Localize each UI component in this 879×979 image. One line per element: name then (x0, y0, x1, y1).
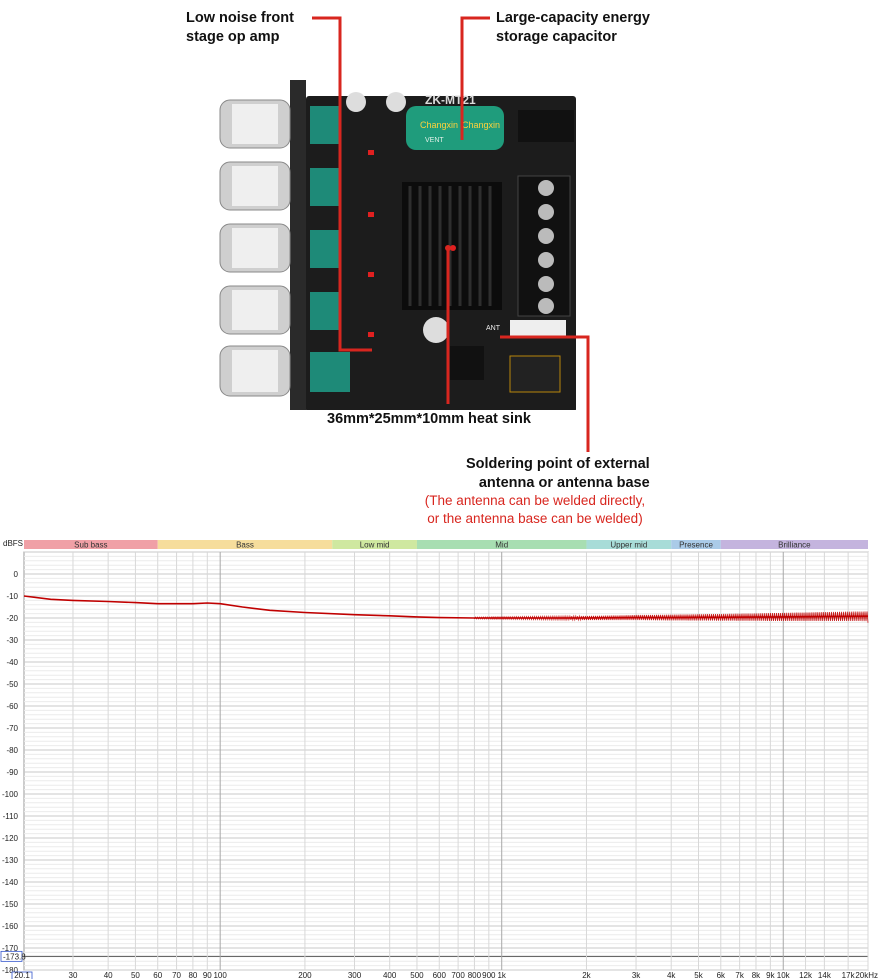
x-tick-label: 500 (410, 971, 424, 979)
x-tick-label: 300 (348, 971, 362, 979)
y-tick-label: -130 (2, 856, 19, 865)
y-tick-label: -80 (6, 746, 18, 755)
x-tick-label: 600 (433, 971, 447, 979)
y-tick-label: -10 (6, 592, 18, 601)
x-tick-label: 60 (153, 971, 162, 979)
y-tick-label: -140 (2, 878, 19, 887)
x-tick-label: 400 (383, 971, 397, 979)
x-tick-label: 8k (752, 971, 761, 979)
x-tick-label: 5k (694, 971, 703, 979)
x-tick-label: 4k (667, 971, 676, 979)
y-tick-label: 0 (14, 570, 19, 579)
y-tick-label: -60 (6, 702, 18, 711)
x-tick-label: 3k (632, 971, 641, 979)
y-tick-label: -20 (6, 614, 18, 623)
x-tick-label: 2k (582, 971, 591, 979)
x-tick-label: 80 (188, 971, 197, 979)
pointer-capacitor (460, 16, 490, 140)
x-tick-label: 7k (735, 971, 744, 979)
y-tick-label: -50 (6, 680, 18, 689)
pointer-op-amp (312, 16, 372, 352)
x-tick-label: 90 (203, 971, 212, 979)
x-tick-label: 200 (298, 971, 312, 979)
x-tick-label: 17k (842, 971, 856, 979)
pointer-antenna (500, 335, 590, 452)
x-tick-label: 100 (213, 971, 227, 979)
x-tick-label: 10k (777, 971, 791, 979)
noise-floor-label: -173.8 (3, 952, 26, 961)
chart-svg: Sub bass Bass Low mid Mid Upper mid Presence B… (0, 536, 879, 979)
x-tick-label: 40 (104, 971, 113, 979)
band-label: Upper mid (610, 541, 647, 550)
x-tick-label: 20kHz (855, 971, 878, 979)
y-tick-label: -110 (3, 812, 19, 821)
band-label: Sub bass (74, 541, 107, 550)
x-tick-label: 1k (497, 971, 506, 979)
pointer-lines (312, 16, 590, 452)
y-tick-label: -120 (2, 834, 19, 843)
y-tick-label: -30 (6, 636, 18, 645)
x-tick-label: 14k (818, 971, 832, 979)
band-label: Brilliance (778, 541, 811, 550)
band-layer: Sub bass Bass Low mid Mid Upper mid Presence B… (24, 540, 868, 550)
band-label: Mid (495, 541, 508, 550)
y-tick-label: -90 (6, 768, 18, 777)
x-tick-label: 70 (172, 971, 181, 979)
y-tick-label: -160 (2, 922, 19, 931)
x-tick-label: 6k (717, 971, 726, 979)
x-tick-label: 12k (799, 971, 813, 979)
x-tick-label: 30 (69, 971, 78, 979)
x-tick-label: 9k (766, 971, 775, 979)
y-tick-label: -70 (6, 724, 18, 733)
x-tick-label: 50 (131, 971, 140, 979)
x-tick-label: 20.1 (14, 971, 30, 979)
pointer-dot (445, 245, 451, 251)
y-axis-label: dBFS (3, 539, 23, 548)
band-label: Presence (679, 541, 713, 550)
y-tick-label: -150 (2, 900, 19, 909)
band-label: Low mid (360, 541, 390, 550)
band-label: Bass (236, 541, 254, 550)
frequency-response-chart: Sub bass Bass Low mid Mid Upper mid Presence B… (0, 536, 879, 979)
y-tick-label: -100 (2, 790, 19, 799)
y-tick-label: -40 (6, 658, 18, 667)
x-tick-label: 700 (451, 971, 465, 979)
x-tick-label: 900 (482, 971, 496, 979)
x-tick-label: 800 (468, 971, 482, 979)
